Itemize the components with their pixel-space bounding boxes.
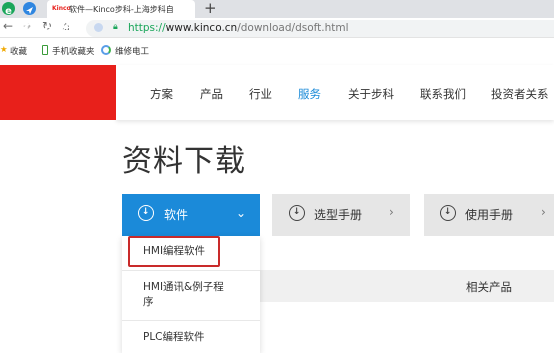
tab-selection-manual-label: 选型手册 <box>314 208 363 222</box>
back-icon[interactable]: ← <box>3 19 13 33</box>
highlight-box <box>128 236 220 267</box>
tab-title: 软件—Kinco步科-上海步科自 <box>69 5 174 14</box>
chevron-down-icon: ⌄ <box>236 206 247 220</box>
star-icon: ★ <box>0 45 8 55</box>
lock-icon: 🔒︎ <box>113 22 118 32</box>
page-title: 资料下载 <box>122 144 246 179</box>
browser-tab-active[interactable]: Kinco 软件—Kinco步科-上海步科自 <box>47 0 195 18</box>
tab-user-manual-label: 使用手册 <box>465 208 514 222</box>
url-text: https://www.kinco.cn/download/dsoft.html <box>128 22 349 34</box>
dropdown-item-plc-software[interactable]: PLC编程软件 <box>143 330 205 345</box>
mobile-icon <box>42 45 48 55</box>
nav-about[interactable]: 关于步科 <box>348 86 394 102</box>
site-info-icon[interactable] <box>94 23 103 32</box>
site-header <box>116 65 554 120</box>
dropdown-item-hmi-comm-cont[interactable]: 序 <box>143 295 154 310</box>
bookmark-favorites[interactable]: 收藏 <box>10 45 27 57</box>
new-tab-button[interactable]: + <box>204 0 217 17</box>
nav-industries[interactable]: 行业 <box>249 86 272 102</box>
tab-software-label: 软件 <box>164 208 189 222</box>
site-logo[interactable] <box>0 65 116 120</box>
svg-text:e: e <box>5 6 12 17</box>
bookmark-repair[interactable]: 维修电工 <box>115 45 149 57</box>
pinned-tab-icon[interactable] <box>23 2 36 15</box>
bookmark-mobile[interactable]: 手机收藏夹 <box>52 45 95 57</box>
kinco-favicon: Kinco <box>52 5 71 12</box>
nav-solutions[interactable]: 方案 <box>150 86 173 102</box>
nav-products[interactable]: 产品 <box>200 86 223 102</box>
download-icon: ↓ <box>138 205 154 221</box>
dropdown-divider <box>122 270 260 271</box>
chevron-right-icon: › <box>541 205 546 219</box>
browser-logo-icon: e <box>2 2 15 17</box>
nav-contact[interactable]: 联系我们 <box>420 86 466 102</box>
dropdown-divider <box>122 320 260 321</box>
logo-text: Kinco步科 <box>20 23 87 38</box>
dropdown-item-hmi-comm[interactable]: HMI通讯&例子程 <box>143 280 224 295</box>
nav-services[interactable]: 服务 <box>298 86 321 102</box>
site-icon <box>101 45 111 55</box>
download-icon: ↓ <box>289 205 305 221</box>
nav-investors[interactable]: 投资者关系 <box>491 86 549 102</box>
table-header-related-products: 相关产品 <box>466 280 512 294</box>
download-icon: ↓ <box>440 205 456 221</box>
chevron-right-icon: › <box>389 205 394 219</box>
